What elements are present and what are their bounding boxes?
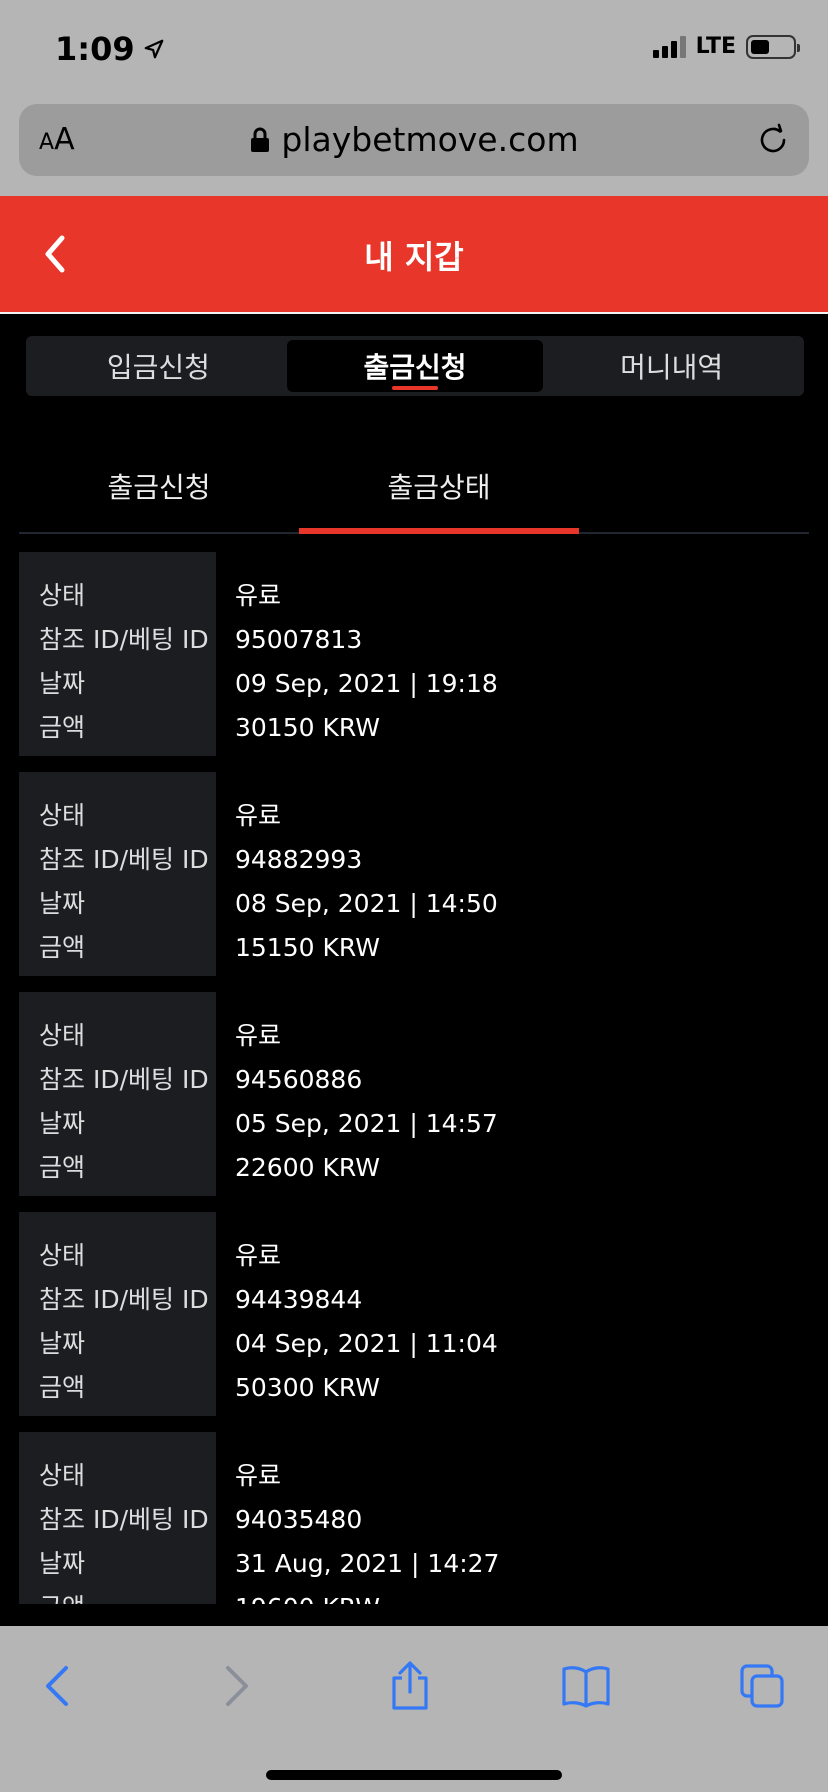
- field-values: 유료 94439844 04 Sep, 2021 | 11:04 50300 K…: [19, 1212, 809, 1416]
- tab-money-history[interactable]: 머니내역: [543, 340, 800, 392]
- tabs-button[interactable]: [736, 1660, 788, 1712]
- value-date: 05 Sep, 2021 | 14:57: [235, 1109, 498, 1138]
- location-arrow-icon: [144, 39, 163, 59]
- chevron-right-icon: [226, 1666, 248, 1706]
- share-icon: [392, 1661, 428, 1710]
- value-status: 유료: [235, 1021, 282, 1050]
- main-tabs: 입금신청 출금신청 머니내역: [26, 336, 804, 396]
- value-amount: 15150 KRW: [235, 933, 380, 962]
- value-amount: 30150 KRW: [235, 713, 380, 742]
- value-amount: 19600 KRW: [235, 1586, 809, 1604]
- field-values: 유료 95007813 09 Sep, 2021 | 19:18 30150 K…: [19, 552, 809, 756]
- value-ref-id: 95007813: [235, 625, 363, 654]
- home-indicator: [266, 1770, 562, 1780]
- value-amount: 22600 KRW: [235, 1153, 380, 1182]
- value-date: 08 Sep, 2021 | 14:50: [235, 889, 498, 918]
- subtab-withdraw-request[interactable]: 출금신청: [19, 440, 299, 532]
- value-date: 04 Sep, 2021 | 11:04: [235, 1329, 498, 1358]
- value-amount: 50300 KRW: [235, 1373, 380, 1402]
- status-indicators: LTE: [652, 34, 800, 59]
- chevron-left-icon: [46, 1666, 68, 1706]
- url-display[interactable]: playbetmove.com: [19, 120, 809, 159]
- url-text: playbetmove.com: [281, 120, 579, 159]
- network-label: LTE: [695, 34, 736, 59]
- signal-icon: [652, 35, 686, 58]
- browser-top-chrome: 1:09 LTE AA playbetmove.com: [0, 0, 828, 196]
- withdraw-status-list[interactable]: 상태 참조 ID/베팅 ID 날짜 금액 유료 95007813 09 Sep,…: [19, 552, 809, 1604]
- value-ref-id: 94882993: [235, 845, 363, 874]
- reload-icon[interactable]: [753, 120, 793, 160]
- tab-deposit-request[interactable]: 입금신청: [30, 340, 287, 392]
- value-status: 유료: [235, 1241, 282, 1270]
- page-title: 내 지갑: [364, 238, 464, 276]
- sub-tabs: 출금신청 출금상태: [19, 440, 809, 534]
- list-item: 상태 참조 ID/베팅 ID 날짜 금액 유료 94439844 04 Sep,…: [19, 1212, 809, 1416]
- clock-text: 1:09: [55, 30, 135, 68]
- list-item: 상태 참조 ID/베팅 ID 날짜 금액 유료 95007813 09 Sep,…: [19, 552, 809, 756]
- book-icon: [562, 1666, 610, 1708]
- field-values: 유료 94035480 31 Aug, 2021 | 14:27 19600 K…: [19, 1432, 809, 1604]
- list-item: 상태 참조 ID/베팅 ID 날짜 금액 유료 94560886 05 Sep,…: [19, 992, 809, 1196]
- value-ref-id: 94560886: [235, 1065, 363, 1094]
- field-values: 유료 94882993 08 Sep, 2021 | 14:50 15150 K…: [19, 772, 809, 976]
- list-item: 상태 참조 ID/베팅 ID 날짜 금액 유료 94035480 31 Aug,…: [19, 1432, 809, 1604]
- field-values: 유료 94560886 05 Sep, 2021 | 14:57 22600 K…: [19, 992, 809, 1196]
- tabs-icon: [740, 1664, 784, 1708]
- page-header: 내 지갑: [0, 196, 828, 314]
- browser-forward-button[interactable]: [210, 1660, 262, 1712]
- browser-toolbar: [0, 1626, 828, 1792]
- value-ref-id: 94439844: [235, 1285, 363, 1314]
- status-time: 1:09: [55, 30, 165, 68]
- value-date: 09 Sep, 2021 | 19:18: [235, 669, 498, 698]
- subtab-withdraw-status[interactable]: 출금상태: [299, 440, 579, 534]
- value-status: 유료: [235, 581, 282, 610]
- value-ref-id: 94035480: [235, 1505, 363, 1534]
- address-bar[interactable]: AA playbetmove.com: [19, 104, 809, 176]
- share-button[interactable]: [384, 1660, 436, 1712]
- battery-icon: [746, 34, 800, 59]
- tab-withdraw-request[interactable]: 출금신청: [286, 340, 544, 392]
- list-item: 상태 참조 ID/베팅 ID 날짜 금액 유료 94882993 08 Sep,…: [19, 772, 809, 976]
- value-date: 31 Aug, 2021 | 14:27: [235, 1549, 500, 1578]
- value-status: 유료: [235, 801, 282, 830]
- browser-back-button[interactable]: [32, 1660, 84, 1712]
- value-status: 유료: [235, 1461, 282, 1490]
- lock-icon: [251, 127, 270, 152]
- bookmarks-button[interactable]: [560, 1660, 612, 1712]
